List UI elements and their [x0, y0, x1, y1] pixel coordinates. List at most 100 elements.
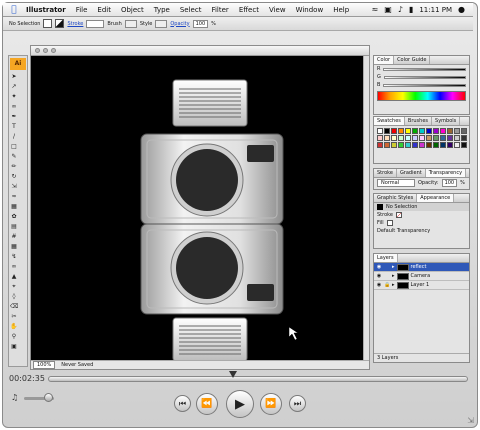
go-to-start-button[interactable]: ⏮ — [174, 395, 191, 412]
slice-tool-icon[interactable]: ◊ — [10, 293, 18, 301]
stroke-swatch[interactable] — [55, 19, 65, 28]
expand-triangle-icon[interactable]: ▸ — [392, 264, 395, 270]
eyedropper-icon[interactable]: ↯ — [10, 253, 18, 261]
layer-row-layer-1[interactable]: ◉ 🔒 ▸ Layer 1 — [374, 281, 469, 290]
eraser-icon[interactable]: ⌫ — [10, 303, 18, 311]
g-slider[interactable] — [383, 75, 466, 79]
vertical-scrollbar[interactable] — [363, 56, 369, 361]
tab-gradient[interactable]: Gradient — [397, 169, 426, 177]
stroke-weight-field[interactable] — [86, 19, 105, 28]
rectangle-tool-icon[interactable]: □ — [10, 143, 18, 151]
lasso-icon[interactable]: ∞ — [10, 103, 18, 111]
scissors-icon[interactable]: ✂ — [10, 313, 18, 321]
tab-color-guide[interactable]: Color Guide — [394, 56, 431, 64]
menu-type[interactable]: Type — [149, 6, 175, 14]
menu-select[interactable]: Select — [175, 6, 207, 14]
blend-tool-icon[interactable]: ∞ — [10, 263, 18, 271]
tab-color[interactable]: Color — [374, 56, 395, 64]
mesh-tool-icon[interactable]: # — [10, 233, 18, 241]
crop-tool-icon[interactable]: ⌖ — [10, 283, 18, 291]
visibility-eye-icon[interactable]: ◉ — [376, 273, 382, 279]
spotlight-icon[interactable]: ● — [458, 5, 465, 14]
b-slider[interactable] — [383, 83, 466, 87]
menu-object[interactable]: Object — [116, 6, 149, 14]
pencil-icon[interactable]: ✏ — [10, 163, 18, 171]
paintbrush-icon[interactable]: ✎ — [10, 153, 18, 161]
volume-icon[interactable]: ♪ — [398, 5, 403, 14]
graph-tool-icon[interactable]: ▤ — [10, 223, 18, 231]
playhead-marker[interactable] — [228, 371, 237, 378]
rewind-button[interactable]: ⏪ — [196, 393, 218, 415]
menu-filter[interactable]: Filter — [206, 6, 233, 14]
layer-name[interactable]: reflect — [411, 264, 427, 270]
menu-help[interactable]: Help — [328, 6, 354, 14]
r-slider[interactable] — [383, 67, 466, 71]
apple-icon[interactable]:  — [7, 5, 21, 15]
magic-wand-icon[interactable]: ✦ — [10, 93, 18, 101]
pen-tool-icon[interactable]: ✒ — [10, 113, 18, 121]
transparency-opacity-field[interactable]: 100 — [441, 179, 458, 187]
tab-brushes[interactable]: Brushes — [405, 117, 433, 125]
zoom-window-icon[interactable] — [51, 48, 56, 53]
visibility-eye-icon[interactable]: ◉ — [376, 282, 382, 288]
expand-triangle-icon[interactable]: ▸ — [392, 282, 395, 288]
tab-layers[interactable]: Layers — [374, 254, 398, 262]
live-paint-icon[interactable]: ▲ — [10, 273, 18, 281]
layer-row-camera[interactable]: ◉ ▸ Camera — [374, 272, 469, 281]
direct-selection-tool-icon[interactable]: ↗ — [10, 83, 18, 91]
style-dropdown[interactable] — [155, 19, 168, 28]
appearance-transparency[interactable]: Default Transparency — [377, 228, 430, 234]
lock-icon[interactable]: 🔒 — [384, 282, 390, 288]
opacity-label[interactable]: Opacity — [170, 21, 189, 27]
artboard[interactable] — [31, 56, 365, 361]
gradient-tool-icon[interactable]: ▦ — [10, 243, 18, 251]
zoom-level[interactable]: 100% — [33, 361, 56, 369]
expand-triangle-icon[interactable]: ▸ — [392, 273, 395, 279]
selection-tool-icon[interactable]: ➤ — [10, 73, 18, 81]
appearance-fill-swatch[interactable] — [386, 220, 393, 226]
display-icon[interactable]: ▣ — [384, 5, 392, 14]
blend-mode-select[interactable]: Normal — [377, 179, 415, 187]
menu-edit[interactable]: Edit — [92, 6, 116, 14]
battery-icon[interactable]: ▮ — [409, 5, 413, 14]
menubar-clock[interactable]: 11:11 PM — [419, 6, 452, 14]
fill-swatch[interactable] — [43, 19, 53, 28]
rotate-tool-icon[interactable]: ↻ — [10, 173, 18, 181]
resize-grip-icon[interactable]: ⇲ — [467, 416, 474, 425]
fill-stroke-icon[interactable]: ▣ — [10, 343, 18, 351]
free-transform-icon[interactable]: ▦ — [10, 203, 18, 211]
swatch-grid[interactable] — [374, 126, 469, 150]
tab-graphic-styles[interactable]: Graphic Styles — [374, 194, 418, 202]
warp-tool-icon[interactable]: ≈ — [10, 193, 18, 201]
menu-app-name[interactable]: Illustrator — [21, 6, 71, 14]
hand-tool-icon[interactable]: ✋ — [10, 323, 18, 331]
color-spectrum[interactable] — [377, 91, 466, 101]
tab-swatches[interactable]: Swatches — [374, 117, 405, 125]
layer-row-reflect[interactable]: ◉ ▸ reflect — [374, 263, 469, 272]
visibility-eye-icon[interactable]: ◉ — [376, 264, 382, 270]
layer-name[interactable]: Camera — [411, 273, 431, 279]
stroke-label[interactable]: Stroke — [67, 21, 83, 27]
close-window-icon[interactable] — [35, 48, 40, 53]
play-button[interactable]: ▶ — [226, 390, 254, 418]
appearance-stroke[interactable]: Stroke — [377, 212, 393, 218]
minimize-window-icon[interactable] — [43, 48, 48, 53]
tab-transparency[interactable]: Transparency — [425, 169, 467, 177]
layer-name[interactable]: Layer 1 — [411, 282, 430, 288]
menu-window[interactable]: Window — [291, 6, 329, 14]
volume-knob[interactable] — [44, 393, 53, 402]
tab-appearance[interactable]: Appearance — [417, 194, 455, 202]
menu-effect[interactable]: Effect — [234, 6, 264, 14]
go-to-end-button[interactable]: ⏭ — [289, 395, 306, 412]
opacity-field[interactable]: 100 — [192, 19, 209, 28]
menu-file[interactable]: File — [71, 6, 93, 14]
zoom-tool-icon[interactable]: ⚲ — [10, 333, 18, 341]
timeline-scrubber[interactable] — [48, 376, 468, 382]
tab-symbols[interactable]: Symbols — [432, 117, 461, 125]
scale-tool-icon[interactable]: ⇲ — [10, 183, 18, 191]
symbol-sprayer-icon[interactable]: ✿ — [10, 213, 18, 221]
document-status[interactable]: Never Saved — [61, 362, 93, 368]
appearance-stroke-swatch[interactable] — [395, 212, 402, 218]
fast-forward-button[interactable]: ⏩ — [260, 393, 282, 415]
menu-view[interactable]: View — [264, 6, 291, 14]
